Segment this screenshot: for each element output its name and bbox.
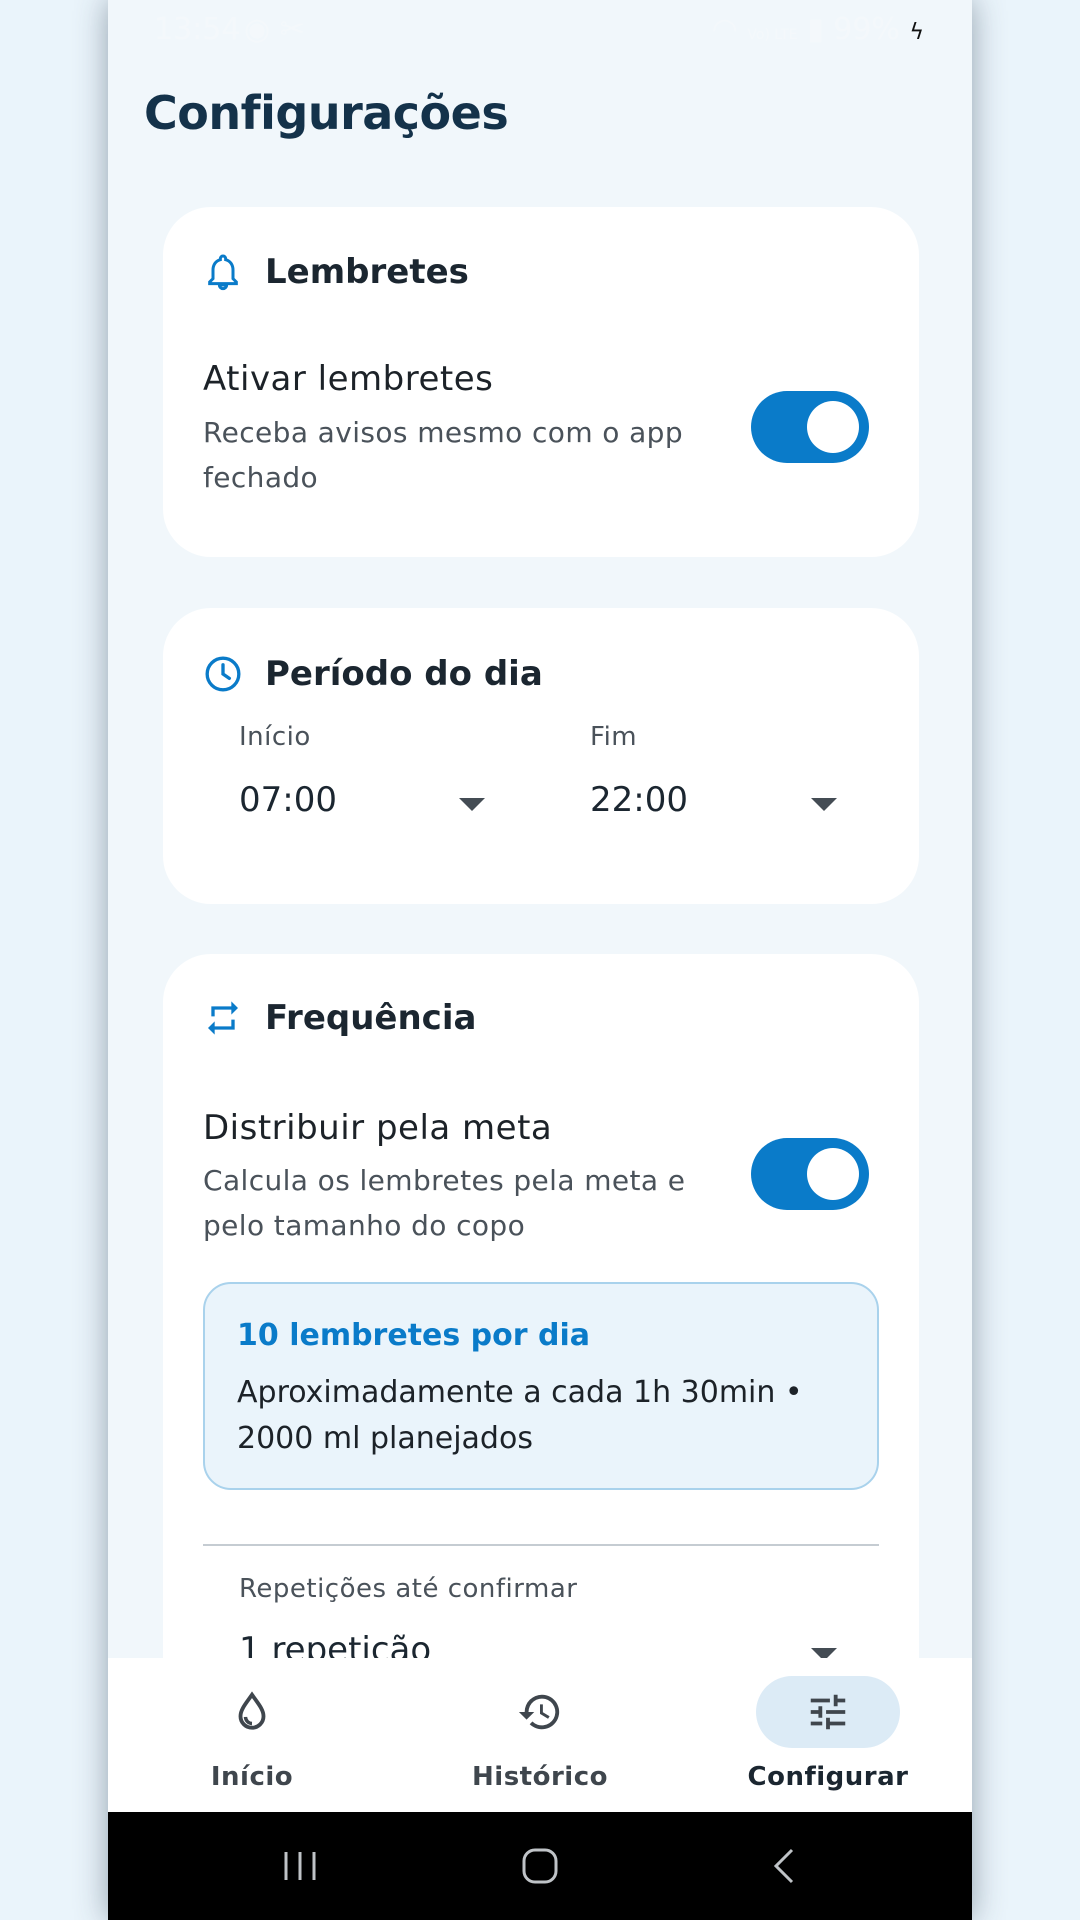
- history-icon: [518, 1694, 560, 1730]
- status-bar: 13:54 ◉ ✂ ◠ Vo) LTE ▮ 99% ϟ: [108, 0, 972, 64]
- end-time-label: Fim: [590, 722, 638, 752]
- recent-apps-icon[interactable]: [280, 1842, 320, 1890]
- toggle-knob: [807, 1148, 859, 1200]
- phone-screen: 13:54 ◉ ✂ ◠ Vo) LTE ▮ 99% ϟ Configuraçõe…: [108, 0, 972, 1920]
- distribute-goal-title: Distribuir pela meta: [203, 1108, 553, 1148]
- bell-icon: [208, 254, 238, 291]
- nav-label-inicio: Início: [210, 1762, 294, 1792]
- repetitions-label: Repetições até confirmar: [239, 1574, 578, 1604]
- nav-icon-container: [756, 1676, 900, 1748]
- reminders-card: Lembretes Ativar lembretes Receba avisos…: [163, 207, 919, 557]
- status-time: 13:54: [154, 12, 241, 47]
- status-notification-icons: ◉ ✂: [244, 12, 305, 47]
- start-time-label: Início: [239, 722, 311, 752]
- nav-icon-container: [180, 1676, 324, 1748]
- distribute-goal-toggle[interactable]: [751, 1138, 869, 1210]
- nav-item-historico[interactable]: Histórico: [396, 1658, 684, 1812]
- network-label: Vo) LTE: [747, 27, 798, 43]
- system-navigation-bar: [108, 1812, 972, 1920]
- period-card-header: Período do dia: [203, 654, 543, 694]
- nav-label-configurar: Configurar: [747, 1762, 909, 1792]
- frequency-card-title: Frequência: [265, 998, 477, 1038]
- reminders-summary-text: Aproximadamente a cada 1h 30min • 2000 m…: [237, 1375, 803, 1456]
- nav-icon-container: [468, 1676, 612, 1748]
- distribute-goal-description: Calcula os lembretes pela meta e pelo ta…: [203, 1164, 686, 1242]
- reminders-per-day: 10 lembretes por dia: [237, 1318, 591, 1353]
- clock-icon: [205, 656, 241, 692]
- wifi-icon: ◠: [711, 12, 738, 47]
- enable-reminders-description: Receba avisos mesmo com o app fechado: [203, 416, 684, 494]
- nav-label-historico: Histórico: [472, 1762, 608, 1792]
- enable-reminders-title: Ativar lembretes: [203, 359, 494, 399]
- signal-icon: ▮: [807, 12, 824, 47]
- reminders-summary-box: 10 lembretes por dia Aproximadamente a c…: [203, 1282, 879, 1490]
- battery-level: 99%: [833, 12, 900, 47]
- bottom-navigation: Início Histórico Configurar: [108, 1658, 972, 1812]
- frequency-card: Frequência Distribuir pela meta Calcula …: [163, 954, 919, 1714]
- start-time-value[interactable]: 07:00: [239, 780, 337, 820]
- nav-item-inicio[interactable]: Início: [108, 1658, 396, 1812]
- home-icon[interactable]: [518, 1842, 562, 1890]
- end-time-dropdown-icon[interactable]: [811, 798, 837, 811]
- back-icon[interactable]: [766, 1842, 802, 1890]
- charging-icon: ϟ: [909, 20, 924, 45]
- period-card-title: Período do dia: [265, 654, 543, 694]
- enable-reminders-toggle[interactable]: [751, 391, 869, 463]
- water-drop-icon: [238, 1691, 266, 1730]
- divider: [203, 1544, 879, 1546]
- start-time-dropdown-icon[interactable]: [459, 798, 485, 811]
- status-right: ◠ Vo) LTE ▮ 99% ϟ: [712, 12, 924, 47]
- nav-item-configurar[interactable]: Configurar: [684, 1658, 972, 1812]
- reminders-card-title: Lembretes: [265, 252, 469, 292]
- reminders-card-header: Lembretes: [203, 252, 469, 292]
- tune-icon: [810, 1694, 846, 1730]
- toggle-knob: [807, 401, 859, 453]
- page-title: Configurações: [144, 86, 509, 140]
- repeat-icon: [208, 1001, 238, 1035]
- end-time-value[interactable]: 22:00: [590, 780, 688, 820]
- period-card: Período do dia Início 07:00 Fim 22:00: [163, 608, 919, 904]
- frequency-card-header: Frequência: [203, 998, 476, 1038]
